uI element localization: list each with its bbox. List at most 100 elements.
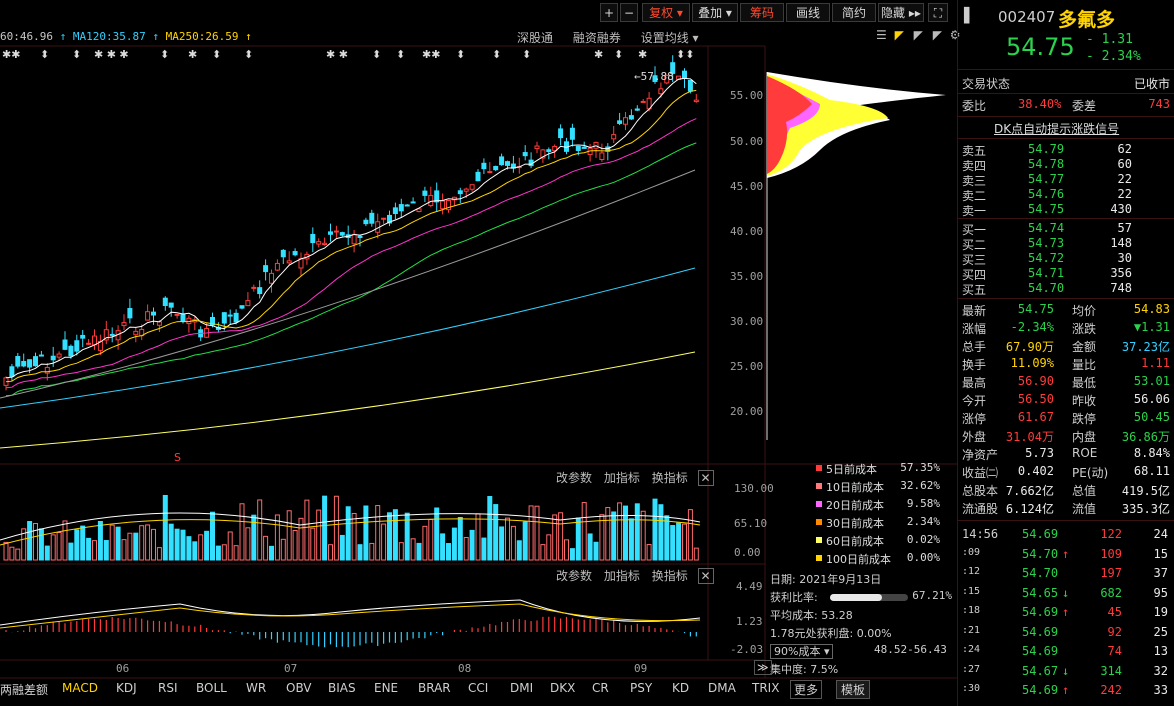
tab-ene[interactable]: ENE [374,681,398,695]
tab-cci[interactable]: CCI [468,681,488,695]
stat-row: 外盘 31.04万 内盘 36.86万 [962,428,1170,444]
volume-bar [68,542,74,561]
bid-label: 买五 [962,283,987,297]
vol-swap-button[interactable]: 换指标 [652,471,688,485]
tick-volume: 45 [1107,605,1122,619]
svg-text:⬍: ⬍ [372,48,381,61]
bid-row[interactable]: 买二 54.73 148 [962,236,1170,252]
tab-dma[interactable]: DMA [708,681,736,695]
stat-row: 总股本 7.662亿 总值 419.5亿 [962,482,1170,498]
candle-body [640,100,646,103]
volume-bar [156,547,162,561]
stat-value: 53.01 [1133,374,1170,388]
tick-volume: 122 [1100,527,1122,541]
cost-select[interactable]: 90%成本 ▾ [770,644,834,659]
volume-bar [192,541,198,561]
ask-row[interactable]: 卖二 54.76 22 [962,187,1170,203]
volume-bar [257,499,263,561]
bid-row[interactable]: 买五 54.70 748 [962,281,1170,297]
tab-dmi[interactable]: DMI [510,681,533,695]
volume-bar [233,545,239,561]
tab-kd[interactable]: KD [672,681,689,695]
volume-bar [27,521,33,561]
bid-volume: 57 [1117,221,1132,235]
ask-row[interactable]: 卖四 54.78 60 [962,157,1170,173]
profit-value: 67.21% [912,589,952,602]
ma-line [5,89,697,383]
candle-body [392,207,398,215]
tab-psy[interactable]: PSY [630,681,652,695]
ask-row[interactable]: 卖五 54.79 62 [962,142,1170,158]
candle-body [251,286,257,289]
candle-body [9,366,15,378]
volume-bar [227,531,233,561]
candle-body [239,305,245,309]
ask-price: 54.77 [1028,172,1065,186]
tab-liangrong[interactable]: 两融差额 [0,681,48,698]
more-tabs-button[interactable]: 更多 [790,680,823,699]
tab-cr[interactable]: CR [592,681,609,695]
tab-brar[interactable]: BRAR [418,681,451,695]
volume-bar [38,528,44,561]
vol-add-button[interactable]: 加指标 [604,471,640,485]
tab-obv[interactable]: OBV [286,681,312,695]
ask-row[interactable]: 卖一 54.75 430 [962,202,1170,218]
ask-row[interactable]: 卖三 54.77 22 [962,172,1170,188]
chip-distribution [766,72,946,440]
bid-row[interactable]: 买四 54.71 356 [962,266,1170,282]
volume-bar [540,544,546,561]
svg-text:✱: ✱ [188,48,197,61]
tick-arrow-icon: ↑ [1062,605,1070,619]
volume-bar [74,529,80,561]
volume-bar [115,526,121,561]
stat-value: 31.04万 [1005,430,1054,444]
stat-row: 收益㈡ 0.402 PE(动) 68.11 [962,464,1170,480]
stat-row: 最新 54.75 均价 54.83 [962,302,1170,318]
stat-value: 56.06 [1133,392,1170,406]
candle-body [33,356,38,367]
tab-wr[interactable]: WR [246,681,266,695]
ma-line [5,77,697,379]
stat-label: 总股本 [962,484,999,498]
stat-value: 11.09% [1010,356,1054,370]
volume-bar [133,532,139,561]
menu-icon[interactable]: ▌ [964,8,975,24]
stat-label: 净资产 [962,448,999,462]
dk-signal-link[interactable]: DK点自动提示涨跌信号 [994,120,1119,137]
tick-volume: 242 [1100,683,1122,697]
ma-line [5,142,697,397]
volume-bar [97,521,103,561]
bid-row[interactable]: 买一 54.74 57 [962,221,1170,237]
expand-icon[interactable]: ≫ [754,660,772,675]
candle-body [351,233,357,245]
bid-row[interactable]: 买三 54.72 30 [962,251,1170,267]
tab-bias[interactable]: BIAS [328,681,356,695]
candle-body [428,194,434,207]
stat-label: 外盘 [962,430,987,444]
candle-body [682,70,687,79]
volume-bar [687,509,693,561]
vol-close-icon[interactable]: ✕ [697,470,714,486]
volume-bar [127,532,133,561]
ask-price: 54.76 [1028,187,1065,201]
candle-body [274,262,280,271]
macd-close-icon[interactable]: ✕ [697,568,714,584]
stat-row: 最高 56.90 最低 53.01 [962,374,1170,390]
macd-add-button[interactable]: 加指标 [604,569,640,583]
volume-bar [387,512,392,561]
tab-macd[interactable]: MACD [62,681,98,695]
volume-bar [528,505,534,561]
tab-dkx[interactable]: DKX [550,681,575,695]
vol-param-button[interactable]: 改参数 [556,471,592,485]
tab-trix[interactable]: TRIX [752,681,779,695]
tab-kdj[interactable]: KDJ [116,681,137,695]
candle-body [499,156,505,166]
macd-swap-button[interactable]: 换指标 [652,569,688,583]
template-button[interactable]: 模板 [836,680,871,699]
volume-bar [198,534,204,561]
tab-boll[interactable]: BOLL [196,681,227,695]
ask-price: 54.79 [1028,142,1065,156]
tab-rsi[interactable]: RSI [158,681,178,695]
macd-param-button[interactable]: 改参数 [556,569,592,583]
chip-date: 日期: 2021年9月13日 [770,573,882,586]
